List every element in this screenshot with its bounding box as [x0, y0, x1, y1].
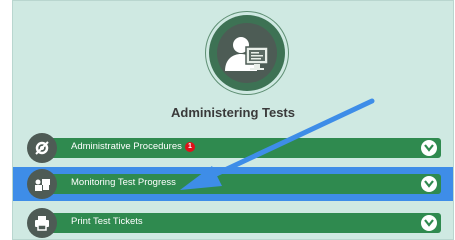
accordion-print-test-tickets[interactable]: Print Test Tickets — [27, 208, 441, 238]
accordion-administrative-procedures[interactable]: Administrative Procedures 1 — [27, 133, 441, 163]
section-title: Administering Tests — [170, 105, 295, 120]
chevron-down-icon[interactable] — [421, 215, 437, 231]
administering-tests-card: Administering Tests Administrative Proce… — [12, 0, 454, 240]
accordion-monitoring-test-progress[interactable]: Monitoring Test Progress — [27, 169, 441, 199]
gear-icon — [27, 133, 57, 163]
accordion-label: Print Test Tickets — [71, 216, 143, 227]
chevron-down-icon[interactable] — [421, 176, 437, 192]
accordion-label: Administrative Procedures 1 — [71, 141, 195, 152]
printer-icon — [27, 208, 57, 238]
teacher-computer-icon — [209, 15, 285, 91]
chevron-down-icon[interactable] — [421, 140, 437, 156]
accordion-label: Monitoring Test Progress — [71, 177, 176, 188]
presenter-icon — [27, 169, 57, 199]
notification-badge: 1 — [184, 142, 195, 152]
